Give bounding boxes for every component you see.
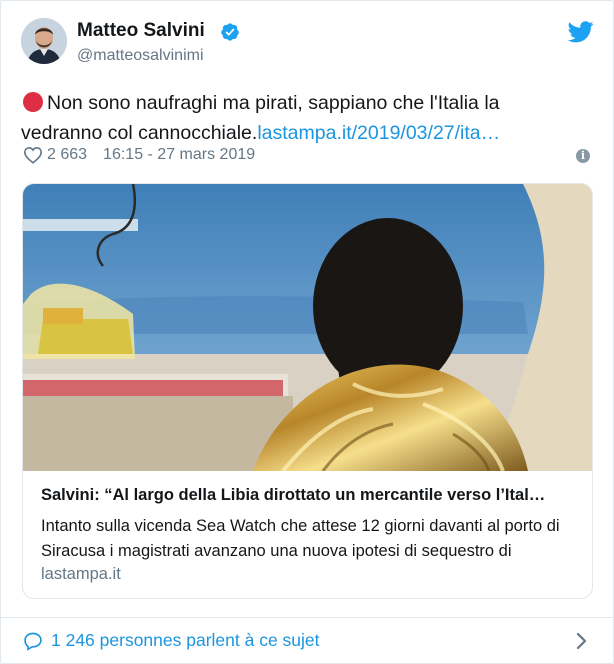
verified-badge-icon xyxy=(221,23,239,41)
tweet-text: Non sono naufraghi ma pirati, sappiano c… xyxy=(21,88,581,148)
like-count[interactable]: 2 663 xyxy=(47,146,87,164)
timestamp[interactable]: 16:15 - 27 mars 2019 xyxy=(103,146,255,164)
divider xyxy=(1,617,613,618)
author-handle[interactable]: @matteosalvinimi xyxy=(77,47,204,65)
link-preview-card[interactable]: Salvini: “Al largo della Libia dirottato… xyxy=(22,183,593,599)
article-image xyxy=(23,184,592,471)
embedded-tweet-card: Matteo Salvini @matteosalvinimi Non sono… xyxy=(0,0,614,664)
conversation-link[interactable]: 1 246 personnes parlent à ce sujet xyxy=(23,630,320,651)
link-card-description: Intanto sulla vicenda Sea Watch che atte… xyxy=(41,517,560,560)
avatar[interactable] xyxy=(21,18,67,64)
chevron-right-icon[interactable] xyxy=(576,632,588,650)
link-card-domain: lastampa.it xyxy=(41,565,121,583)
conversation-text[interactable]: 1 246 personnes parlent à ce sujet xyxy=(51,630,320,651)
tweet-meta: 2 663 16:15 - 27 mars 2019 xyxy=(23,146,255,164)
red-circle-icon xyxy=(23,92,43,112)
tweet-link[interactable]: lastampa.it/2019/03/27/ita… xyxy=(257,122,500,144)
author-name[interactable]: Matteo Salvini xyxy=(77,20,205,42)
link-card-title[interactable]: Salvini: “Al largo della Libia dirottato… xyxy=(41,486,581,505)
chat-bubble-icon xyxy=(24,632,42,651)
twitter-bird-icon[interactable] xyxy=(568,21,594,43)
heart-icon[interactable] xyxy=(23,146,43,164)
info-icon[interactable]: i xyxy=(576,149,590,163)
